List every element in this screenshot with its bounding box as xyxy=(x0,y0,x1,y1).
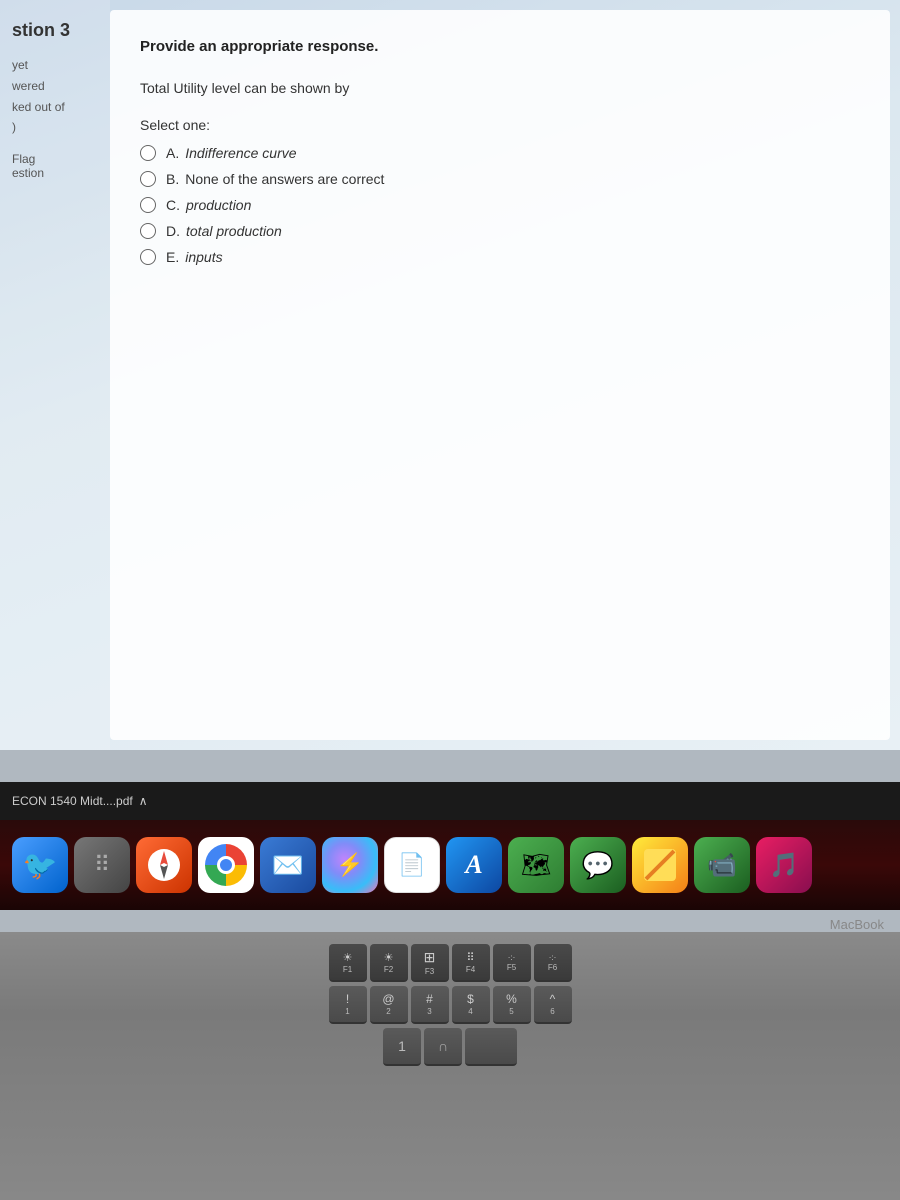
key-f6[interactable]: ·:· F6 xyxy=(534,944,572,982)
key-caret[interactable]: ^ 6 xyxy=(534,986,572,1024)
option-d[interactable]: D. total production xyxy=(140,223,850,239)
keyboard-bottom-row: 1 ∩ xyxy=(10,1028,890,1066)
sidebar-status-not-yet: yet xyxy=(12,57,98,74)
key-spacebar[interactable] xyxy=(465,1028,517,1066)
macbook-brand-label: MacBook xyxy=(830,917,884,932)
dock-icon-chrome[interactable] xyxy=(198,837,254,893)
main-content: Provide an appropriate response. Total U… xyxy=(110,10,890,740)
option-text-1: None of the answers are correct xyxy=(185,171,384,187)
option-e[interactable]: E. inputs xyxy=(140,249,850,265)
select-one-label: Select one: xyxy=(140,117,850,133)
radio-e[interactable] xyxy=(140,249,156,265)
keyboard: ☀ F1 ☀ F2 ⊞ F3 ⠿ F4 ·:· F5 ·:· F6 ! 1 xyxy=(0,932,900,1200)
dock-icon-maps[interactable]: 🗺 xyxy=(508,837,564,893)
question-text: Total Utility level can be shown by xyxy=(140,77,850,99)
radio-b[interactable] xyxy=(140,171,156,187)
option-letter-0: A. xyxy=(166,145,179,161)
option-text-3: total production xyxy=(186,223,282,239)
sidebar-marked-val: ) xyxy=(12,119,98,136)
sidebar-flag-label: Flag xyxy=(12,152,98,166)
dock-icon-notes[interactable] xyxy=(632,837,688,893)
option-text-4: inputs xyxy=(185,249,222,265)
key-2-letter[interactable]: ∩ xyxy=(424,1028,462,1066)
key-at[interactable]: @ 2 xyxy=(370,986,408,1024)
dock-icon-compass[interactable] xyxy=(136,837,192,893)
dock-icon-messages[interactable]: 💬 xyxy=(570,837,626,893)
option-letter-1: B. xyxy=(166,171,179,187)
keyboard-number-row: ! 1 @ 2 # 3 $ 4 % 5 ^ 6 xyxy=(10,986,890,1024)
sidebar-status-answered: wered xyxy=(12,78,98,95)
key-f4[interactable]: ⠿ F4 xyxy=(452,944,490,982)
radio-d[interactable] xyxy=(140,223,156,239)
option-b[interactable]: B. None of the answers are correct xyxy=(140,171,850,187)
sidebar-question-number: stion 3 xyxy=(12,20,98,41)
option-text-0: Indifference curve xyxy=(185,145,296,161)
dock-icon-facetime[interactable]: 📹 xyxy=(694,837,750,893)
taskbar-chevron[interactable]: ∧ xyxy=(139,794,148,808)
taskbar: ECON 1540 Midt....pdf ∧ xyxy=(0,782,900,820)
sidebar-question-label: estion xyxy=(12,166,98,180)
radio-a[interactable] xyxy=(140,145,156,161)
radio-c[interactable] xyxy=(140,197,156,213)
keyboard-fn-row: ☀ F1 ☀ F2 ⊞ F3 ⠿ F4 ·:· F5 ·:· F6 xyxy=(10,944,890,982)
sidebar: stion 3 yet wered ked out of ) Flag esti… xyxy=(0,0,110,750)
dock-icon-mail[interactable]: ✉️ xyxy=(260,837,316,893)
dock: 🐦 ⠿ ✉️ ⚡ 📄 A 🗺 💬 xyxy=(0,820,900,910)
key-f5[interactable]: ·:· F5 xyxy=(493,944,531,982)
dock-icon-blank[interactable]: 📄 xyxy=(384,837,440,893)
dock-icon-finder[interactable]: 🐦 xyxy=(12,837,68,893)
key-exclaim[interactable]: ! 1 xyxy=(329,986,367,1024)
key-dollar[interactable]: $ 4 xyxy=(452,986,490,1024)
dock-icon-siri[interactable]: ⚡ xyxy=(322,837,378,893)
key-f1[interactable]: ☀ F1 xyxy=(329,944,367,982)
key-f3[interactable]: ⊞ F3 xyxy=(411,944,449,982)
option-a[interactable]: A. Indifference curve xyxy=(140,145,850,161)
key-1[interactable]: 1 xyxy=(383,1028,421,1066)
option-letter-2: C. xyxy=(166,197,180,213)
key-f2[interactable]: ☀ F2 xyxy=(370,944,408,982)
option-letter-3: D. xyxy=(166,223,180,239)
dock-icon-music[interactable]: 🎵 xyxy=(756,837,812,893)
screen-area: stion 3 yet wered ked out of ) Flag esti… xyxy=(0,0,900,750)
dock-icon-appstore[interactable]: A xyxy=(446,837,502,893)
sidebar-marked-out: ked out of xyxy=(12,99,98,116)
option-c[interactable]: C. production xyxy=(140,197,850,213)
taskbar-label[interactable]: ECON 1540 Midt....pdf xyxy=(12,794,133,808)
sidebar-flag[interactable]: Flag estion xyxy=(12,152,98,180)
options-list: A. Indifference curve B. None of the answer… xyxy=(140,145,850,265)
dock-icon-launchpad[interactable]: ⠿ xyxy=(74,837,130,893)
option-text-2: production xyxy=(186,197,251,213)
key-percent[interactable]: % 5 xyxy=(493,986,531,1024)
option-letter-4: E. xyxy=(166,249,179,265)
key-hash[interactable]: # 3 xyxy=(411,986,449,1024)
question-instruction: Provide an appropriate response. xyxy=(140,38,850,55)
